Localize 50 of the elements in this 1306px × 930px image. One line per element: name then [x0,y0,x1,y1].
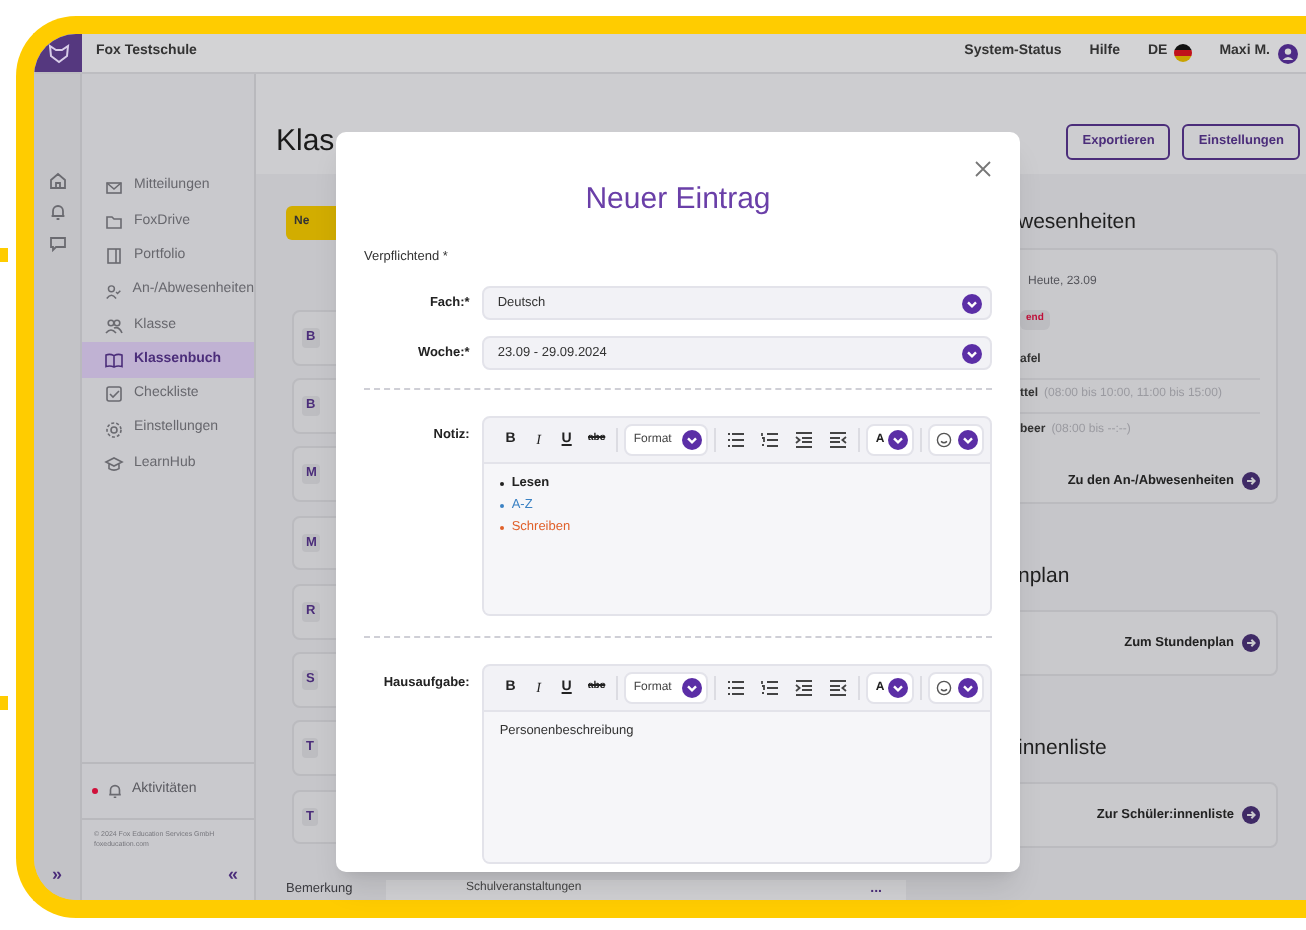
mail-icon [104,177,124,198]
section-heading: wesenheiten [1016,208,1138,236]
chevron-down-icon [957,430,978,450]
people-icon [104,315,124,336]
chevron-down-icon [681,430,702,450]
chat-icon[interactable] [47,234,67,254]
chevron-down-icon [962,343,982,363]
fox-icon [47,43,69,63]
flag-icon[interactable] [1173,44,1192,62]
gear-icon [104,419,124,440]
accent-mark [0,696,8,710]
bell-icon[interactable] [47,202,67,222]
logo[interactable] [34,34,82,72]
accent-mark [0,248,8,262]
checkbox-icon [104,384,124,405]
book-icon [104,350,124,371]
page-title: Klas [274,122,335,162]
chevron-down-icon [887,430,908,450]
emoji-dropdown[interactable] [927,672,984,704]
bullet-list-icon[interactable] [725,678,746,698]
close-icon[interactable] [974,160,992,178]
outdent-icon[interactable] [827,430,848,450]
outdent-icon[interactable] [827,678,848,698]
chevron-down-icon [681,678,702,698]
arrow-right-icon [1242,806,1260,824]
numbered-list-icon[interactable] [759,678,780,698]
section-heading: nplan [1016,564,1070,588]
indent-icon[interactable] [793,430,814,450]
folder-icon [104,211,124,232]
notebook-icon [104,246,124,267]
chevron-down-icon [957,678,978,698]
chevron-down-icon [962,293,982,313]
expand-button[interactable]: » [51,861,62,888]
chevron-down-icon [887,678,908,698]
bullet-list-icon[interactable] [725,430,746,450]
section-heading: innenliste [1016,736,1107,760]
smiley-icon [935,432,952,448]
graduation-cap-icon [104,454,124,475]
arrow-right-icon [1242,634,1260,652]
bell-icon [106,781,124,800]
arrow-right-icon [1242,471,1260,490]
indent-icon[interactable] [793,678,814,698]
dialog-title: Neuer Eintrag [585,182,771,216]
numbered-list-icon[interactable] [759,430,780,450]
home-icon[interactable] [47,170,67,190]
smiley-icon [935,680,952,696]
person-check-icon [104,281,123,302]
user-icon [1278,43,1298,63]
collapse-button[interactable]: « [227,861,238,888]
emoji-dropdown[interactable] [927,424,984,456]
